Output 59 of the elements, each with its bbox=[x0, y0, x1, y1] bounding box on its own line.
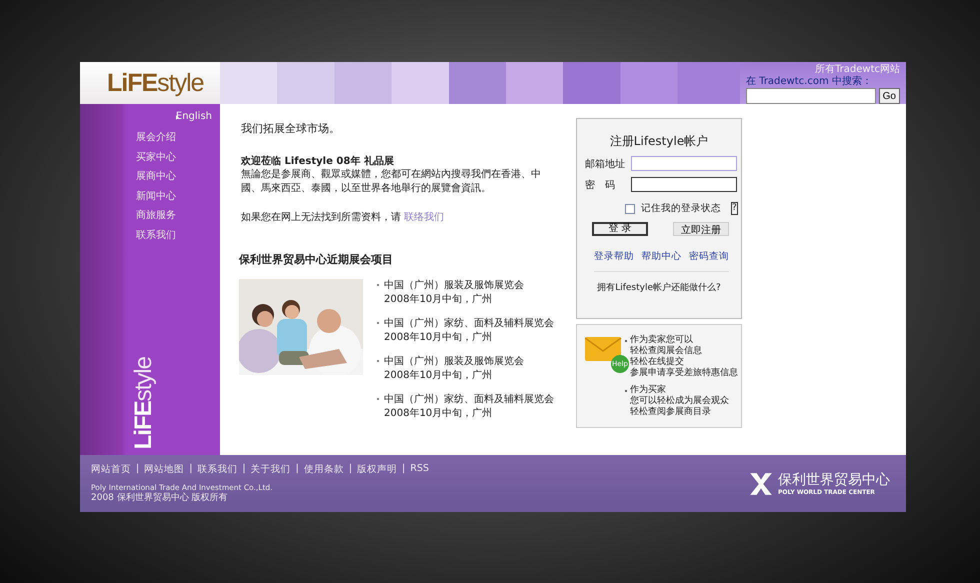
separator: | bbox=[296, 463, 299, 476]
footer-link[interactable]: 联系我们 bbox=[197, 463, 238, 476]
help-item-text: 轻松在线提交 bbox=[630, 357, 685, 368]
more-link[interactable]: 拥有Lifestyle帐户还能做什么? bbox=[585, 281, 733, 294]
sidebar-item[interactable]: 买家中心 bbox=[136, 148, 176, 167]
copyright-text: 2008 保利世界贸易中心 版权所有 bbox=[91, 493, 229, 504]
login-button[interactable]: 登 录 bbox=[592, 222, 648, 236]
sidebar-item[interactable]: 联系我们 bbox=[136, 226, 176, 245]
footer-link[interactable]: 网站地图 bbox=[144, 463, 184, 476]
site-link[interactable]: 所有Tradewtc网站 bbox=[815, 64, 900, 76]
footer-link[interactable]: 网站首页 bbox=[91, 463, 131, 476]
help-item-title: 作为卖家您可以 bbox=[630, 335, 693, 346]
help-item-title: 作为买家 bbox=[630, 385, 666, 396]
go-button[interactable]: Go bbox=[878, 88, 900, 104]
help-link[interactable]: 登录帮助 bbox=[594, 250, 634, 263]
sidebar-item[interactable]: 新闻中心 bbox=[136, 186, 176, 206]
event-link[interactable]: 中国（广州）家纺、面料及辅料展览会 bbox=[384, 393, 554, 407]
event-date: 2008年10月中旬，广州 bbox=[384, 369, 494, 383]
contact-text: 如果您在网上无法找到所需资料，请 bbox=[241, 212, 401, 223]
events-heading: 保利世界贸易中心近期展会项目 bbox=[239, 252, 394, 267]
help-link[interactable]: 帮助中心 bbox=[642, 250, 682, 263]
brand-name: 保利世界贸易中心 bbox=[778, 472, 890, 489]
vertical-logo: LiFEstyle bbox=[130, 356, 158, 449]
event-date: 2008年10月中旬，广州 bbox=[384, 293, 494, 307]
event-link[interactable]: 中国（广州）服装及服饰展览会 bbox=[384, 355, 524, 369]
separator: | bbox=[348, 463, 352, 476]
sidebar-item[interactable]: 商旅服务 bbox=[136, 206, 176, 226]
password-label: 密 码 bbox=[585, 178, 616, 192]
footer-link[interactable]: 关于我们 bbox=[250, 463, 291, 476]
search-label: 在 Tradewtc.com 中搜索： bbox=[746, 76, 872, 88]
welcome-title: 欢迎莅临 Lifestyle 08年 礼品展 bbox=[241, 154, 395, 168]
help-item-text: 参展申请享受差旅特惠信息 bbox=[630, 368, 738, 379]
help-item-text: 轻松查阅展会信息 bbox=[630, 346, 703, 356]
contact-link[interactable]: 联络我们 bbox=[404, 212, 444, 223]
logo[interactable]: LiFEstyle bbox=[107, 68, 204, 98]
help-item-text: 您可以轻松成为展会观众 bbox=[630, 396, 730, 406]
login-title: 注册Lifestyle帐户 bbox=[608, 133, 710, 150]
separator: | bbox=[136, 463, 140, 476]
separator: | bbox=[242, 463, 246, 476]
remember-label: 记住我的登录状态 bbox=[641, 202, 721, 215]
event-date: 2008年10月中旬，广州 bbox=[384, 331, 494, 345]
help-item-text: 轻松查阅参展商目录 bbox=[630, 407, 712, 418]
welcome-text: 無論您是参展商、觀眾或媒體，您都可在網站內搜尋我們在香港、中國、馬來西亞、泰國，以至世界各地舉行的展覽會資訊。 bbox=[241, 168, 541, 196]
event-link[interactable]: 中国（广州）服装及服饰展览会 bbox=[384, 279, 524, 293]
footer-link[interactable]: 版权声明 bbox=[357, 463, 398, 476]
footer-link[interactable]: RSS bbox=[410, 463, 429, 476]
separator: | bbox=[402, 463, 406, 476]
page-heading: 我们拓展全球市场。 bbox=[241, 121, 341, 136]
help-button[interactable]: ? bbox=[731, 202, 738, 215]
sidebar-item[interactable]: 展商中心 bbox=[136, 167, 176, 186]
event-link[interactable]: 中国（广州）家纺、面料及辅料展览会 bbox=[384, 317, 554, 331]
separator: | bbox=[189, 463, 192, 476]
sidebar-item[interactable]: 展会介绍 bbox=[136, 128, 176, 148]
email-label: 邮箱地址 bbox=[585, 158, 626, 170]
help-link[interactable]: 密码查询 bbox=[689, 250, 729, 263]
language-link[interactable]: English bbox=[176, 111, 212, 122]
event-date: 2008年10月中旬，广州 bbox=[384, 407, 494, 421]
footer-link[interactable]: 使用条款 bbox=[304, 463, 344, 476]
register-button[interactable]: 立即注册 bbox=[673, 222, 729, 236]
